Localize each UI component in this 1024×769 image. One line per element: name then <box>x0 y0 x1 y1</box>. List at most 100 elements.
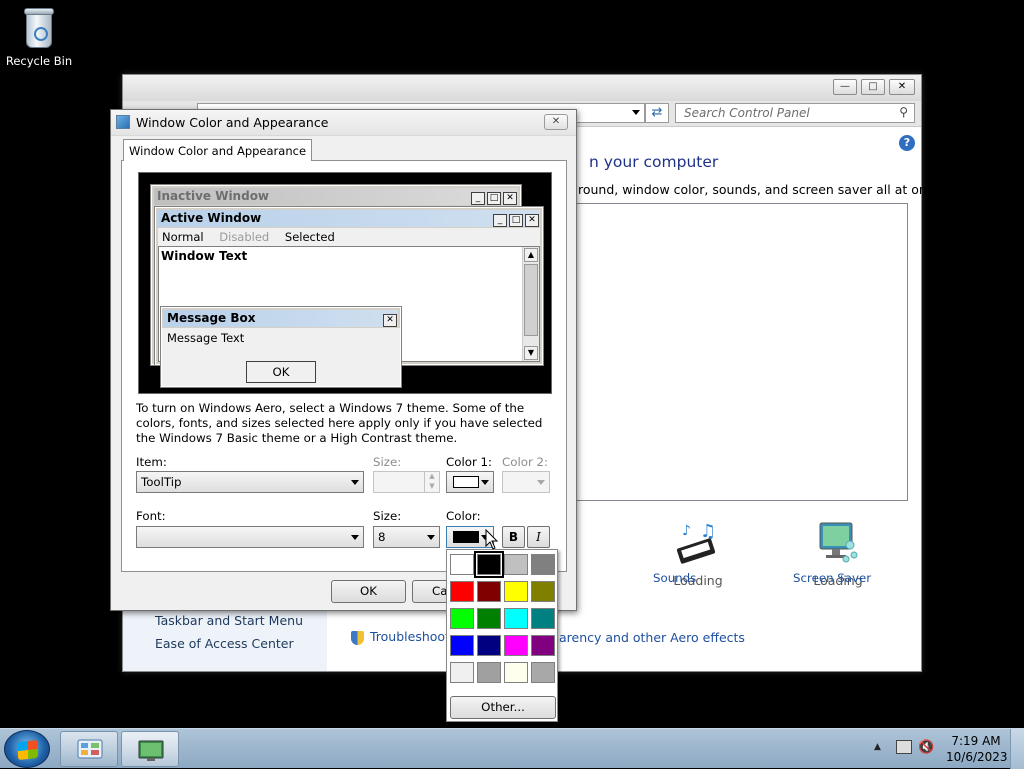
color-swatch-option[interactable] <box>531 554 555 575</box>
nav-ease-of-access[interactable]: Ease of Access Center <box>155 636 294 651</box>
message-text-sample: Message Text <box>167 331 245 345</box>
control-panel-icon <box>77 739 103 759</box>
search-placeholder: Search Control Panel <box>684 106 810 120</box>
recycle-bin-icon[interactable]: Recycle Bin <box>4 6 74 68</box>
other-color-button[interactable]: Other... <box>450 696 556 719</box>
item-size-spinner: ▲ ▼ <box>373 471 440 493</box>
color-swatch-option[interactable] <box>450 662 474 683</box>
menu-selected[interactable]: Selected <box>285 230 335 244</box>
scroll-thumb <box>524 264 538 336</box>
page-heading: n your computer <box>589 153 719 171</box>
clock-time: 7:19 AM <box>951 734 1001 748</box>
color-swatch-option[interactable] <box>477 608 501 629</box>
maximize-button[interactable]: □ <box>861 79 885 95</box>
color-swatch-option[interactable] <box>477 581 501 602</box>
close-button[interactable]: ✕ <box>889 79 915 95</box>
color-swatch-option[interactable] <box>477 635 501 656</box>
font-label: Font: <box>136 509 166 523</box>
chevron-down-icon[interactable] <box>632 110 640 115</box>
scroll-down-icon: ▼ <box>524 346 538 360</box>
taskbar-personalization-button[interactable] <box>121 731 179 767</box>
message-box-ok-button[interactable]: OK <box>246 361 316 383</box>
sounds-label: Sounds <box>653 571 697 585</box>
item-label: Item: <box>136 455 167 469</box>
color-swatch-option[interactable] <box>531 608 555 629</box>
start-button[interactable] <box>4 730 50 768</box>
menu-normal[interactable]: Normal <box>162 230 204 244</box>
color-swatch-option[interactable] <box>504 608 528 629</box>
clock[interactable]: 7:19 AM 10/6/2023 <box>946 733 1008 765</box>
item-select[interactable]: ToolTip <box>136 471 364 493</box>
screen-saver-item[interactable]: Screen Saver Loading <box>793 519 883 588</box>
search-icon[interactable]: ⚲ <box>899 105 908 119</box>
preview-message-box[interactable]: Message Box ✕ Message Text OK <box>160 306 402 388</box>
italic-button[interactable]: I <box>527 526 550 548</box>
color-swatch-option[interactable] <box>504 554 528 575</box>
ok-button[interactable]: OK <box>331 580 406 603</box>
color-swatch-option[interactable] <box>531 581 555 602</box>
recycle-bin-graphic <box>22 6 56 50</box>
window-text-sample[interactable]: Window Text <box>161 249 247 263</box>
appearance-preview[interactable]: Inactive Window _ □ ✕ Active Window _ □ ✕ No… <box>138 172 552 394</box>
color-swatch-option[interactable] <box>531 635 555 656</box>
chevron-down-icon <box>537 480 545 485</box>
color-swatch-option[interactable] <box>531 662 555 683</box>
windows-logo-icon <box>18 739 38 761</box>
chevron-down-icon <box>481 480 489 485</box>
help-icon[interactable]: ? <box>899 135 915 151</box>
color1-swatch <box>453 476 479 488</box>
sounds-icon: ♫ ♪ <box>674 519 722 567</box>
color-swatch-option[interactable] <box>474 551 504 578</box>
volume-muted-icon[interactable]: 🔇 <box>918 740 934 755</box>
minimize-button[interactable]: — <box>833 79 857 95</box>
search-input[interactable]: Search Control Panel ⚲ <box>675 103 915 123</box>
show-desktop-button[interactable] <box>1010 729 1024 769</box>
color-swatch-option[interactable] <box>450 581 474 602</box>
window-color-appearance-dialog: Window Color and Appearance ✕ Window Col… <box>110 109 577 611</box>
font-size-select[interactable]: 8 <box>373 526 440 548</box>
taskbar: ▲ 🔇 7:19 AM 10/6/2023 <box>0 728 1024 769</box>
color2-picker <box>502 471 550 493</box>
color1-picker[interactable] <box>446 471 494 493</box>
refresh-icon[interactable]: ⇄ <box>645 103 669 123</box>
menu-disabled[interactable]: Disabled <box>219 230 269 244</box>
taskbar-control-panel-button[interactable] <box>60 731 118 767</box>
inactive-window-buttons: _ □ ✕ <box>469 189 517 205</box>
network-icon[interactable] <box>896 740 912 754</box>
color-swatch-option[interactable] <box>504 581 528 602</box>
nav-taskbar-start-menu[interactable]: Taskbar and Start Menu <box>155 613 303 628</box>
dialog-close-button[interactable]: ✕ <box>544 114 568 130</box>
troubleshoot-link[interactable]: Troubleshoot <box>351 629 450 645</box>
preview-menu-bar: Normal Disabled Selected <box>158 228 540 246</box>
mouse-pointer-icon <box>485 529 499 550</box>
bold-button[interactable]: B <box>502 526 525 548</box>
clock-date: 10/6/2023 <box>946 750 1008 764</box>
active-window-buttons: _ □ ✕ <box>491 211 539 227</box>
aero-effects-link[interactable]: arency and other Aero effects <box>559 630 745 645</box>
chevron-down-icon <box>351 535 359 540</box>
color-swatch-option[interactable] <box>450 635 474 656</box>
preview-scrollbar[interactable]: ▲ ▼ <box>522 247 539 361</box>
color-swatch-option[interactable] <box>450 608 474 629</box>
color-swatch-option[interactable] <box>450 554 474 575</box>
color-swatch-option[interactable] <box>504 635 528 656</box>
show-hidden-icons-icon[interactable]: ▲ <box>874 742 881 752</box>
system-tray: ▲ 🔇 7:19 AM 10/6/2023 <box>864 729 1024 769</box>
tab-panel: Inactive Window _ □ ✕ Active Window _ □ ✕ No… <box>121 160 567 572</box>
left-nav: Taskbar and Start Menu Ease of Access Ce… <box>123 605 327 671</box>
chevron-down-icon <box>427 535 435 540</box>
tab-window-color-appearance[interactable]: Window Color and Appearance <box>123 139 313 161</box>
font-select[interactable] <box>136 526 364 548</box>
color2-label: Color 2: <box>502 455 549 469</box>
themes-list[interactable] <box>563 203 908 501</box>
color-swatch-option[interactable] <box>504 662 528 683</box>
message-box-buttons: ✕ <box>381 311 397 327</box>
font-size-label: Size: <box>373 509 402 523</box>
sounds-item[interactable]: ♫ ♪ Sounds Loading <box>653 519 743 588</box>
shield-icon <box>351 630 364 645</box>
dialog-titlebar: Window Color and Appearance ✕ <box>111 110 576 136</box>
screen-saver-label: Screen Saver <box>793 571 872 585</box>
message-box-title: Message Box <box>164 310 398 327</box>
color-swatch-option[interactable] <box>477 662 501 683</box>
svg-text:♫: ♫ <box>700 521 716 542</box>
